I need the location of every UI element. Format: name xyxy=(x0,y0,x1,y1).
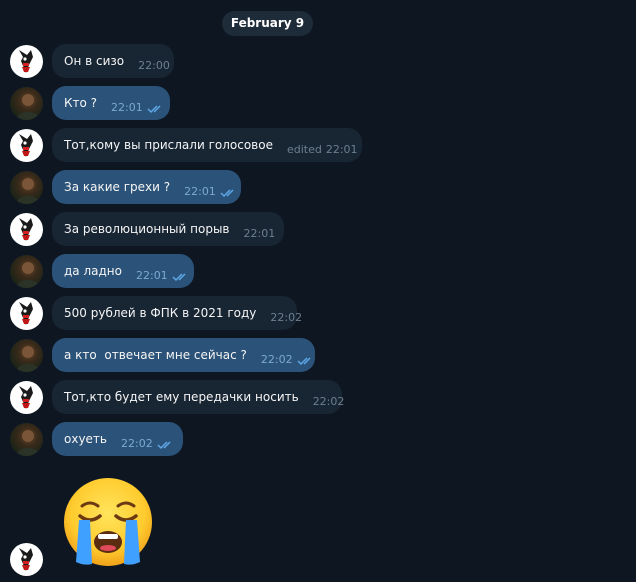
message-time: 22:02 xyxy=(260,352,293,366)
message-row: 500 рублей в ФПК в 2021 году 22:02 xyxy=(0,296,636,330)
dog-avatar-icon xyxy=(19,50,33,73)
contact-avatar[interactable] xyxy=(10,381,43,414)
user-photo-icon xyxy=(16,94,40,120)
read-checkmarks-icon xyxy=(172,272,186,281)
outgoing-message-bubble[interactable]: Кто ? 22:01 xyxy=(52,86,170,120)
dog-avatar-icon xyxy=(19,548,33,571)
incoming-message-bubble[interactable]: 500 рублей в ФПК в 2021 году 22:02 xyxy=(52,296,302,330)
read-checkmarks-icon xyxy=(157,440,171,449)
message-time: 22:01 xyxy=(135,268,168,282)
user-avatar[interactable] xyxy=(10,423,43,456)
contact-avatar[interactable] xyxy=(10,213,43,246)
incoming-message-bubble[interactable]: Он в сизо 22:00 xyxy=(52,44,174,78)
message-row: Он в сизо 22:00 xyxy=(0,44,636,78)
message-time: 22:02 xyxy=(121,436,153,450)
message-text: Он в сизо xyxy=(64,54,125,68)
dog-avatar-icon xyxy=(19,134,33,157)
message-text: За революционный порыв xyxy=(64,222,230,236)
contact-avatar[interactable] xyxy=(10,129,43,162)
message-time: 22:01 xyxy=(111,100,143,114)
outgoing-message-bubble[interactable]: За какие грехи ? 22:01 xyxy=(52,170,241,204)
user-photo-icon xyxy=(16,430,40,456)
user-avatar[interactable] xyxy=(10,171,43,204)
message-meta: edited 22:01 xyxy=(287,143,358,156)
message-meta: 22:00 xyxy=(138,59,170,72)
message-text: За какие грехи ? xyxy=(64,180,171,194)
dog-avatar-icon xyxy=(19,218,33,241)
message-meta: 22:02 xyxy=(270,311,302,324)
message-text: 500 рублей в ФПК в 2021 году xyxy=(64,306,257,320)
read-checkmarks-icon xyxy=(297,356,311,365)
message-row: охуеть 22:02 xyxy=(0,422,636,456)
message-meta: 22:02 xyxy=(313,395,345,408)
message-text: да ладно xyxy=(64,264,122,278)
outgoing-message-bubble[interactable]: а кто отвечает мне сейчас ? 22:02 xyxy=(52,338,315,372)
message-time: 22:00 xyxy=(138,58,170,72)
read-checkmarks-icon xyxy=(147,104,161,113)
message-text: Тот,кто будет ему передачки носить xyxy=(64,390,299,404)
message-meta: 22:02 xyxy=(121,437,175,450)
contact-avatar[interactable] xyxy=(10,45,43,78)
message-meta: 22:02 xyxy=(261,353,315,366)
message-row: За революционный порыв 22:01 xyxy=(0,212,636,246)
message-row: Тот,кто будет ему передачки носить 22:02 xyxy=(0,380,636,414)
outgoing-message-bubble[interactable]: да ладно 22:01 xyxy=(52,254,194,288)
user-avatar[interactable] xyxy=(10,339,43,372)
edited-label: edited xyxy=(286,142,322,156)
loudly-crying-face-icon[interactable] xyxy=(62,476,154,568)
user-avatar[interactable] xyxy=(10,255,43,288)
incoming-message-bubble[interactable]: За революционный порыв 22:01 xyxy=(52,212,284,246)
message-time: 22:01 xyxy=(184,184,216,198)
message-meta: 22:01 xyxy=(111,101,165,114)
incoming-message-bubble[interactable]: Тот,кто будет ему передачки носить 22:02 xyxy=(52,380,345,414)
dog-avatar-icon xyxy=(19,386,33,409)
message-text: Тот,кому вы прислали голосовое xyxy=(64,138,273,152)
message-text: охуеть xyxy=(64,432,107,446)
message-row: За какие грехи ? 22:01 xyxy=(0,170,636,204)
user-photo-icon xyxy=(16,346,40,372)
outgoing-message-bubble[interactable]: охуеть 22:02 xyxy=(52,422,183,456)
message-row: Тот,кому вы прислали голосовое edited 22… xyxy=(0,128,636,162)
read-checkmarks-icon xyxy=(220,188,234,197)
contact-avatar[interactable] xyxy=(10,543,43,576)
date-separator: February 9 xyxy=(222,11,313,36)
message-time: 22:01 xyxy=(243,226,276,240)
message-meta: 22:01 xyxy=(136,269,190,282)
message-row: да ладно 22:01 xyxy=(0,254,636,288)
incoming-message-bubble[interactable]: Тот,кому вы прислали голосовое edited 22… xyxy=(52,128,362,162)
contact-avatar[interactable] xyxy=(10,297,43,330)
message-time: 22:02 xyxy=(312,394,345,408)
message-time: 22:02 xyxy=(270,310,303,324)
message-row: а кто отвечает мне сейчас ? 22:02 xyxy=(0,338,636,372)
message-text: а кто отвечает мне сейчас ? xyxy=(64,348,247,362)
user-photo-icon xyxy=(16,262,40,288)
message-meta: 22:01 xyxy=(244,227,276,240)
message-text: Кто ? xyxy=(64,96,98,110)
message-row: Кто ? 22:01 xyxy=(0,86,636,120)
message-time: 22:01 xyxy=(325,142,358,156)
user-photo-icon xyxy=(16,178,40,204)
user-avatar[interactable] xyxy=(10,87,43,120)
dog-avatar-icon xyxy=(19,302,33,325)
message-meta: 22:01 xyxy=(184,185,238,198)
